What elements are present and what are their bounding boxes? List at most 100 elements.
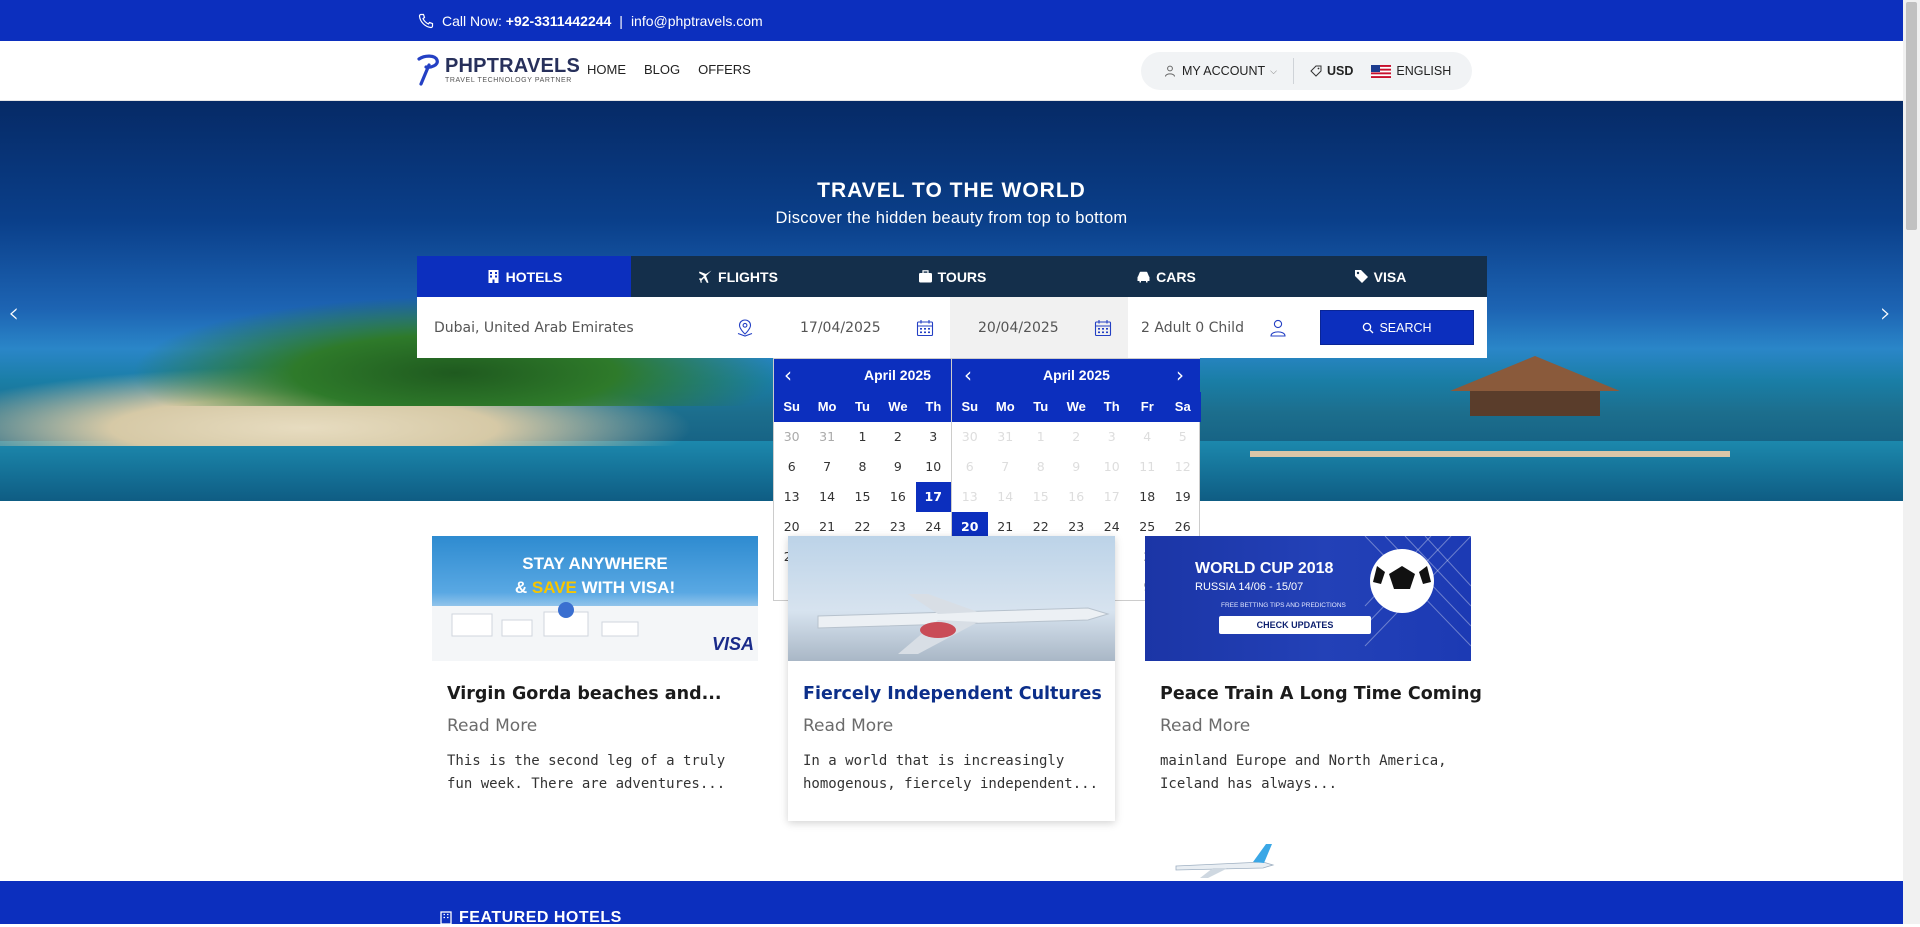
weekday-left-1: Mo — [817, 399, 837, 414]
day-cell[interactable]: 6 — [774, 452, 809, 482]
blog-card-2-image[interactable] — [788, 536, 1115, 661]
day-cell[interactable]: 19 — [1165, 482, 1201, 512]
day-cell[interactable]: 17 — [1094, 482, 1130, 512]
weekday-right-5: Fr — [1140, 399, 1154, 414]
my-account-label: MY ACCOUNT — [1182, 64, 1266, 78]
blog-card-2-read-more[interactable]: Read More — [803, 716, 893, 736]
nav-blog[interactable]: BLOG — [644, 62, 680, 77]
currency-tag-icon — [1310, 65, 1322, 77]
currency-label: USD — [1326, 64, 1354, 78]
datepicker-next-button[interactable]: › — [1176, 359, 1184, 392]
day-cell[interactable]: 17 — [915, 482, 951, 512]
phone-number[interactable]: +92-3311442244 — [506, 13, 612, 29]
language-selector[interactable]: ENGLISH — [1353, 64, 1451, 78]
day-cell[interactable]: 9 — [880, 452, 915, 482]
blog-card-2-title[interactable]: Fiercely Independent Cultures — [803, 684, 1102, 704]
blog-card-3-read-more[interactable]: Read More — [1160, 716, 1250, 736]
day-cell[interactable]: 15 — [845, 482, 880, 512]
day-cell[interactable]: 15 — [1023, 482, 1059, 512]
soccer-net-illustration — [1219, 536, 1471, 647]
day-cell[interactable]: 31 — [809, 422, 844, 452]
day-cell[interactable]: 7 — [809, 452, 844, 482]
logo-name: PHPTRAVELS — [445, 54, 580, 77]
weekday-right-0: Su — [961, 399, 979, 414]
currency-selector[interactable]: USD — [1310, 64, 1353, 78]
day-cell[interactable]: 1 — [1023, 422, 1059, 452]
day-cell[interactable]: 13 — [774, 482, 809, 512]
check-updates-button[interactable]: CHECK UPDATES — [1219, 616, 1371, 634]
day-cell[interactable]: 30 — [952, 422, 988, 452]
car-icon — [1137, 271, 1150, 283]
featured-hotels-label: FEATURED HOTELS — [459, 909, 622, 926]
banner-save-word: SAVE — [531, 578, 577, 597]
location-input[interactable]: Dubai, United Arab Emirates — [417, 297, 772, 358]
day-cell[interactable]: 18 — [1130, 482, 1166, 512]
day-cell[interactable]: 8 — [845, 452, 880, 482]
day-cell[interactable]: 5 — [1165, 422, 1201, 452]
carousel-next-button[interactable]: › — [1880, 296, 1891, 329]
tab-cars-label: CARS — [1156, 268, 1196, 285]
datepicker-prev-button-right[interactable]: ‹ — [964, 359, 972, 392]
featured-hotels-heading: FEATURED HOTELS — [439, 909, 622, 927]
day-cell[interactable]: 14 — [809, 482, 844, 512]
tab-visa[interactable]: VISA — [1273, 256, 1487, 297]
day-cell[interactable]: 11 — [1130, 452, 1166, 482]
calendar-icon — [916, 320, 934, 337]
day-cell[interactable]: 12 — [1165, 452, 1201, 482]
nav-home[interactable]: HOME — [587, 62, 626, 77]
tab-cars[interactable]: CARS — [1059, 256, 1273, 297]
day-cell[interactable]: 10 — [1094, 452, 1130, 482]
worldcup-dates: RUSSIA 14/06 - 15/07 — [1195, 581, 1304, 593]
day-cell[interactable]: 4 — [1130, 422, 1166, 452]
logo[interactable]: PHPTRAVELS TRAVEL TECHNOLOGY PARTNER — [415, 53, 580, 87]
tab-flights-label: FLIGHTS — [718, 268, 778, 285]
weekday-left-4: Th — [925, 399, 942, 414]
blog-card-1-read-more[interactable]: Read More — [447, 716, 537, 736]
my-account-dropdown[interactable]: MY ACCOUNT ⌵ — [1164, 64, 1277, 78]
blog-card-3-excerpt: mainland Europe and North America, Icela… — [1160, 753, 1447, 792]
day-cell[interactable]: 3 — [916, 422, 951, 452]
nav-offers[interactable]: OFFERS — [698, 62, 751, 77]
tab-tours[interactable]: TOURS — [845, 256, 1059, 297]
blog-card-1-image[interactable]: STAY ANYWHERE & SAVE WITH VISA! VISA — [432, 536, 758, 661]
blog-card-3-image[interactable]: WORLD CUP 2018 RUSSIA 14/06 - 15/07 FREE… — [1145, 536, 1471, 661]
tab-flights[interactable]: FLIGHTS — [631, 256, 845, 297]
day-cell[interactable]: 1 — [845, 422, 880, 452]
checkin-value: 17/04/2025 — [800, 319, 881, 336]
scrollbar-thumb[interactable] — [1906, 2, 1917, 230]
carousel-prev-button[interactable]: ‹ — [8, 296, 19, 329]
checkout-date-input[interactable]: 20/04/2025 — [950, 297, 1128, 358]
checkout-value: 20/04/2025 — [978, 319, 1059, 336]
blog-card-3-title[interactable]: Peace Train A Long Time Coming — [1160, 684, 1482, 704]
logo-mark-icon — [417, 54, 439, 86]
blog-card-1-title[interactable]: Virgin Gorda beaches and... — [447, 684, 722, 704]
search-button[interactable]: SEARCH — [1320, 310, 1474, 345]
tab-visa-label: VISA — [1373, 268, 1407, 285]
day-cell[interactable]: 7 — [988, 452, 1024, 482]
day-cell[interactable]: 6 — [952, 452, 988, 482]
day-cell[interactable]: 30 — [774, 422, 809, 452]
weekday-right-4: Th — [1103, 399, 1120, 414]
datepicker-left-header: ‹ April 2025 — [774, 359, 951, 392]
datepicker-right-header: ‹ April 2025 › — [952, 359, 1200, 392]
day-cell[interactable]: 16 — [880, 482, 915, 512]
day-cell[interactable]: 31 — [988, 422, 1024, 452]
datepicker-prev-button[interactable]: ‹ — [784, 359, 792, 392]
day-cell[interactable]: 2 — [1059, 422, 1095, 452]
day-cell[interactable]: 8 — [1023, 452, 1059, 482]
topbar: Call Now: +92-3311442244 | info@phptrave… — [0, 0, 1903, 41]
logo-tagline: TRAVEL TECHNOLOGY PARTNER — [445, 76, 572, 84]
featured-section-band — [0, 881, 1903, 924]
day-cell[interactable]: 9 — [1059, 452, 1095, 482]
calendar-icon — [1094, 320, 1112, 337]
day-cell[interactable]: 10 — [916, 452, 951, 482]
email-link[interactable]: info@phptravels.com — [631, 13, 763, 29]
day-cell[interactable]: 16 — [1059, 482, 1095, 512]
day-cell[interactable]: 3 — [1094, 422, 1130, 452]
day-cell[interactable]: 14 — [988, 482, 1024, 512]
tab-hotels[interactable]: HOTELS — [417, 256, 631, 297]
day-cell[interactable]: 13 — [952, 482, 988, 512]
worldcup-title: WORLD CUP 2018 — [1195, 560, 1334, 577]
checkin-date-input[interactable]: 17/04/2025 — [772, 297, 950, 358]
day-cell[interactable]: 2 — [880, 422, 915, 452]
